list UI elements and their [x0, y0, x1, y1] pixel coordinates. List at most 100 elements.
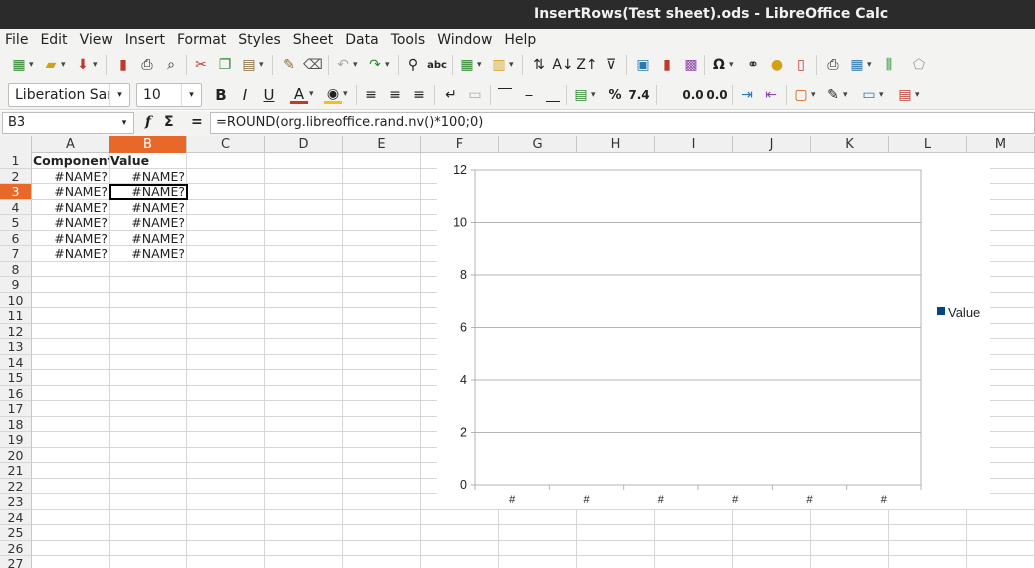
row-header-26[interactable]: 26: [0, 540, 32, 556]
font-size-combo[interactable]: 10 ▾: [136, 83, 202, 107]
font-name-combo[interactable]: Liberation Sar ▾: [8, 83, 130, 107]
decrease-indent-icon[interactable]: ⇤: [762, 86, 780, 104]
clone-formatting-icon[interactable]: ✎: [280, 56, 298, 74]
row-header-23[interactable]: 23: [0, 494, 32, 510]
borders-icon[interactable]: ▢: [792, 86, 815, 104]
column-header-f[interactable]: F: [421, 136, 499, 153]
column-header-b[interactable]: B: [109, 136, 187, 153]
cut-icon[interactable]: ✂: [192, 56, 210, 74]
column-header-i[interactable]: I: [655, 136, 733, 153]
print-icon[interactable]: ⎙: [138, 56, 156, 74]
clear-formatting-icon[interactable]: ⌫: [303, 56, 323, 74]
menu-window[interactable]: Window: [431, 32, 498, 48]
row-header-14[interactable]: 14: [0, 354, 32, 370]
column-header-c[interactable]: C: [187, 136, 265, 153]
row-header-19[interactable]: 19: [0, 432, 32, 448]
row-header-2[interactable]: 2: [0, 168, 32, 184]
column-header-d[interactable]: D: [265, 136, 343, 153]
column-header-e[interactable]: E: [343, 136, 421, 153]
sort-ascending-icon[interactable]: A↓: [552, 56, 573, 74]
align-center-icon[interactable]: ≡: [386, 86, 404, 104]
comment-icon[interactable]: ●: [768, 56, 786, 74]
row-header-3[interactable]: 3: [0, 184, 32, 200]
cell-a3[interactable]: #NAME?: [32, 184, 109, 200]
insert-image-icon[interactable]: ▣: [634, 56, 652, 74]
menu-edit[interactable]: Edit: [34, 32, 73, 48]
function-wizard-icon[interactable]: f: [145, 114, 151, 130]
column-header-j[interactable]: J: [733, 136, 811, 153]
add-decimal-icon[interactable]: 0.0: [682, 86, 703, 104]
cell-b7[interactable]: #NAME?: [109, 246, 186, 262]
row-header-15[interactable]: 15: [0, 370, 32, 386]
autofilter-icon[interactable]: ⊽: [602, 56, 620, 74]
row-header-4[interactable]: 4: [0, 199, 32, 215]
font-color-icon[interactable]: A: [290, 85, 314, 104]
menu-help[interactable]: Help: [498, 32, 542, 48]
select-all-corner[interactable]: [0, 136, 32, 153]
delete-decimal-icon[interactable]: 0.0: [706, 86, 727, 104]
menu-insert[interactable]: Insert: [119, 32, 171, 48]
menu-file[interactable]: File: [0, 32, 34, 48]
embedded-chart[interactable]: 0 2 4 6 8 10 12 # # # # # # Value: [437, 153, 990, 509]
column-icon[interactable]: ▥: [490, 56, 513, 74]
define-print-area-icon[interactable]: ⎙: [824, 56, 842, 74]
menu-sheet[interactable]: Sheet: [287, 32, 339, 48]
cell-a2[interactable]: #NAME?: [32, 169, 109, 185]
row-header-10[interactable]: 10: [0, 292, 32, 308]
percent-format-icon[interactable]: %: [606, 86, 624, 104]
redo-icon[interactable]: ↷: [366, 56, 389, 74]
cell-a6[interactable]: #NAME?: [32, 231, 109, 247]
row-header-22[interactable]: 22: [0, 478, 32, 494]
cell-b1[interactable]: Value: [109, 153, 186, 169]
currency-format-icon[interactable]: ▤: [572, 86, 595, 104]
export-pdf-icon[interactable]: ▮: [114, 56, 132, 74]
row-header-13[interactable]: 13: [0, 339, 32, 355]
cell-a4[interactable]: #NAME?: [32, 200, 109, 216]
row-header-9[interactable]: 9: [0, 277, 32, 293]
menu-data[interactable]: Data: [339, 32, 384, 48]
column-header-h[interactable]: H: [577, 136, 655, 153]
chevron-down-icon[interactable]: ▾: [115, 113, 133, 133]
italic-icon[interactable]: I: [236, 86, 254, 104]
menu-tools[interactable]: Tools: [385, 32, 432, 48]
bold-icon[interactable]: B: [212, 86, 230, 104]
cell-a1[interactable]: Component: [32, 153, 109, 169]
row-icon[interactable]: ▦: [458, 56, 481, 74]
split-window-icon[interactable]: ⫼: [880, 56, 898, 74]
row-header-18[interactable]: 18: [0, 416, 32, 432]
cell-b4[interactable]: #NAME?: [109, 200, 186, 216]
align-bottom-icon[interactable]: ⎽: [544, 86, 562, 104]
row-header-7[interactable]: 7: [0, 246, 32, 262]
align-right-icon[interactable]: ≡: [410, 86, 428, 104]
menu-format[interactable]: Format: [171, 32, 232, 48]
border-color-icon[interactable]: ▭: [860, 86, 883, 104]
column-header-m[interactable]: M: [967, 136, 1035, 153]
row-header-5[interactable]: 5: [0, 215, 32, 231]
spreadsheet-grid[interactable]: ABCDEFGHIJKLM 1 2 3 4 5 6 7 8 9 10 11 12 13 14 15 16 17 1…: [0, 136, 1035, 568]
merge-center-icon[interactable]: ▭: [466, 86, 484, 104]
insert-chart-icon[interactable]: ▮: [658, 56, 676, 74]
new-document-icon[interactable]: ▦: [10, 56, 33, 74]
cell-b5[interactable]: #NAME?: [109, 215, 186, 231]
spellcheck-icon[interactable]: abc: [427, 56, 447, 74]
cell-b6[interactable]: #NAME?: [109, 231, 186, 247]
number-format-icon[interactable]: 7.4: [628, 86, 649, 104]
row-header-17[interactable]: 17: [0, 401, 32, 417]
cell-a5[interactable]: #NAME?: [32, 215, 109, 231]
print-preview-icon[interactable]: ⌕: [162, 56, 180, 74]
special-character-icon[interactable]: Ω: [710, 56, 733, 74]
menu-styles[interactable]: Styles: [232, 32, 286, 48]
menu-view[interactable]: View: [74, 32, 119, 48]
cell-a7[interactable]: #NAME?: [32, 246, 109, 262]
row-header-21[interactable]: 21: [0, 463, 32, 479]
align-top-icon[interactable]: ⎺: [496, 86, 514, 104]
row-header-25[interactable]: 25: [0, 525, 32, 541]
row-header-16[interactable]: 16: [0, 385, 32, 401]
cell-b2[interactable]: #NAME?: [109, 169, 186, 185]
formula-icon[interactable]: =: [191, 114, 203, 130]
row-header-20[interactable]: 20: [0, 447, 32, 463]
sort-descending-icon[interactable]: Z↑: [576, 56, 597, 74]
column-header-a[interactable]: A: [32, 136, 110, 153]
name-box[interactable]: B3 ▾: [2, 112, 134, 134]
sort-icon[interactable]: ⇅: [530, 56, 548, 74]
